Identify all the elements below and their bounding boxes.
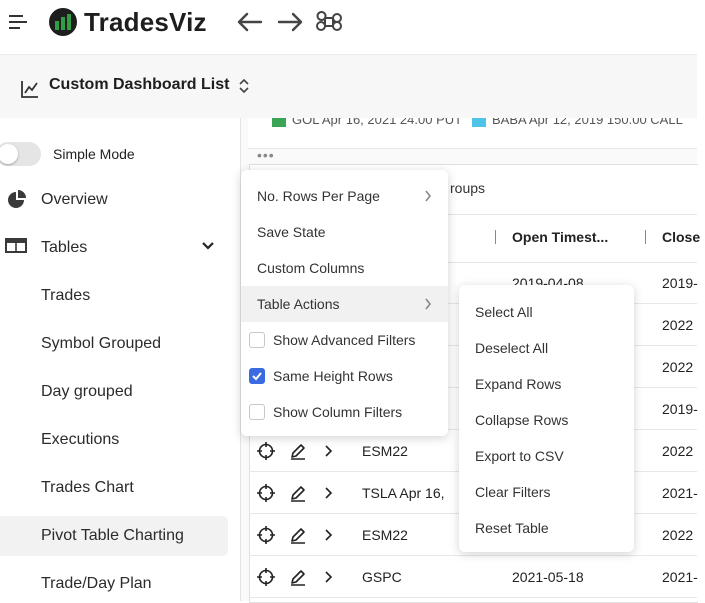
column-header-open-timestamp[interactable]: Open Timest... (512, 229, 608, 245)
crosshair-icon[interactable] (257, 568, 275, 586)
column-separator[interactable] (645, 230, 646, 244)
submenu-item-deselect-all[interactable]: Deselect All (475, 339, 548, 357)
table-icon (5, 238, 27, 253)
legend-entry[interactable]: BABA Apr 12, 2019 150.00 CALL (492, 118, 683, 127)
legend-swatch (472, 118, 486, 127)
sort-updown-icon[interactable] (238, 78, 250, 94)
crosshair-icon[interactable] (257, 526, 275, 544)
edit-pencil-icon[interactable] (289, 526, 307, 544)
simple-mode-toggle[interactable] (0, 142, 41, 166)
submenu-item-clear-filters[interactable]: Clear Filters (475, 483, 550, 501)
chevron-right-icon[interactable] (320, 526, 338, 544)
sidebar-item-overview[interactable]: Overview (41, 189, 108, 211)
cell-close: 2019- (662, 401, 698, 417)
legend-entry[interactable]: GOL Apr 16, 2021 24.00 PUT (292, 118, 462, 127)
edit-pencil-icon[interactable] (289, 484, 307, 502)
cell-close: 2022 (662, 359, 694, 375)
chart-legend: GOL Apr 16, 2021 24.00 PUT BABA Apr 12, … (248, 118, 697, 149)
chevron-right-icon (425, 190, 432, 202)
chevron-right-icon (425, 298, 432, 310)
tradesviz-logo-icon[interactable] (48, 7, 78, 37)
same-height-rows-checkbox[interactable] (249, 368, 265, 384)
menu-item-table-actions[interactable]: Table Actions (257, 295, 340, 313)
more-options-icon[interactable]: ••• (257, 147, 275, 163)
forward-arrow-icon[interactable] (276, 9, 304, 35)
cell-symbol: GSPC (362, 569, 402, 585)
sidebar-item-executions[interactable]: Executions (41, 429, 119, 451)
command-key-icon[interactable] (316, 9, 342, 35)
chevron-right-icon[interactable] (320, 442, 338, 460)
cell-close: 2022 (662, 317, 694, 333)
sidebar-item-tables[interactable]: Tables (41, 237, 87, 259)
submenu-item-export-csv[interactable]: Export to CSV (475, 447, 564, 465)
hamburger-menu-icon[interactable] (8, 12, 28, 32)
menu-item-custom-columns[interactable]: Custom Columns (257, 259, 364, 277)
cell-close: 2019- (662, 275, 698, 291)
submenu-item-reset-table[interactable]: Reset Table (475, 519, 549, 537)
chart-line-icon (21, 81, 38, 98)
cell-symbol: ESM22 (362, 527, 408, 543)
simple-mode-label: Simple Mode (53, 146, 135, 162)
edit-pencil-icon[interactable] (289, 568, 307, 586)
cell-close: 2021- (662, 569, 698, 585)
cell-open-timestamp: 2021-05-18 (512, 569, 584, 585)
submenu-item-select-all[interactable]: Select All (475, 303, 533, 321)
back-arrow-icon[interactable] (236, 9, 264, 35)
sidebar-item-trade-day-plan[interactable]: Trade/Day Plan (41, 573, 152, 595)
cell-symbol: TSLA Apr 16, (362, 485, 445, 501)
menu-item-rows-per-page[interactable]: No. Rows Per Page (257, 187, 380, 205)
table-row (249, 555, 697, 556)
cell-close: 2022 (662, 527, 694, 543)
pie-chart-icon (8, 190, 26, 208)
crosshair-icon[interactable] (257, 442, 275, 460)
brand-name[interactable]: TradesViz (84, 4, 207, 40)
column-filters-checkbox[interactable] (249, 404, 265, 420)
groups-label[interactable]: roups (450, 180, 485, 196)
checkmark-icon (252, 372, 262, 381)
sidebar-item-trades[interactable]: Trades (41, 285, 90, 307)
chevron-right-icon[interactable] (320, 568, 338, 586)
table-row (249, 597, 697, 598)
sidebar-item-day-grouped[interactable]: Day grouped (41, 381, 133, 403)
submenu-item-collapse-rows[interactable]: Collapse Rows (475, 411, 568, 429)
sidebar-item-trades-chart[interactable]: Trades Chart (41, 477, 134, 499)
legend-swatch (272, 118, 286, 127)
advanced-filters-checkbox[interactable] (249, 332, 265, 348)
column-header-close[interactable]: Close (662, 229, 700, 245)
chevron-down-icon[interactable] (201, 241, 215, 251)
cell-close: 2021- (662, 485, 698, 501)
submenu-item-expand-rows[interactable]: Expand Rows (475, 375, 561, 393)
cell-close: 2022 (662, 443, 694, 459)
menu-item-show-advanced-filters[interactable]: Show Advanced Filters (273, 331, 415, 349)
menu-item-show-column-filters[interactable]: Show Column Filters (273, 403, 402, 421)
chevron-right-icon[interactable] (320, 484, 338, 502)
menu-item-same-height-rows[interactable]: Same Height Rows (273, 367, 393, 385)
crosshair-icon[interactable] (257, 484, 275, 502)
menu-item-save-state[interactable]: Save State (257, 223, 326, 241)
edit-pencil-icon[interactable] (289, 442, 307, 460)
column-separator[interactable] (495, 230, 496, 244)
sidebar-item-pivot-table-charting[interactable]: Pivot Table Charting (41, 525, 184, 547)
sidebar-item-symbol-grouped[interactable]: Symbol Grouped (41, 333, 161, 355)
dashboard-selector[interactable]: Custom Dashboard List (49, 74, 229, 96)
cell-symbol: ESM22 (362, 443, 408, 459)
